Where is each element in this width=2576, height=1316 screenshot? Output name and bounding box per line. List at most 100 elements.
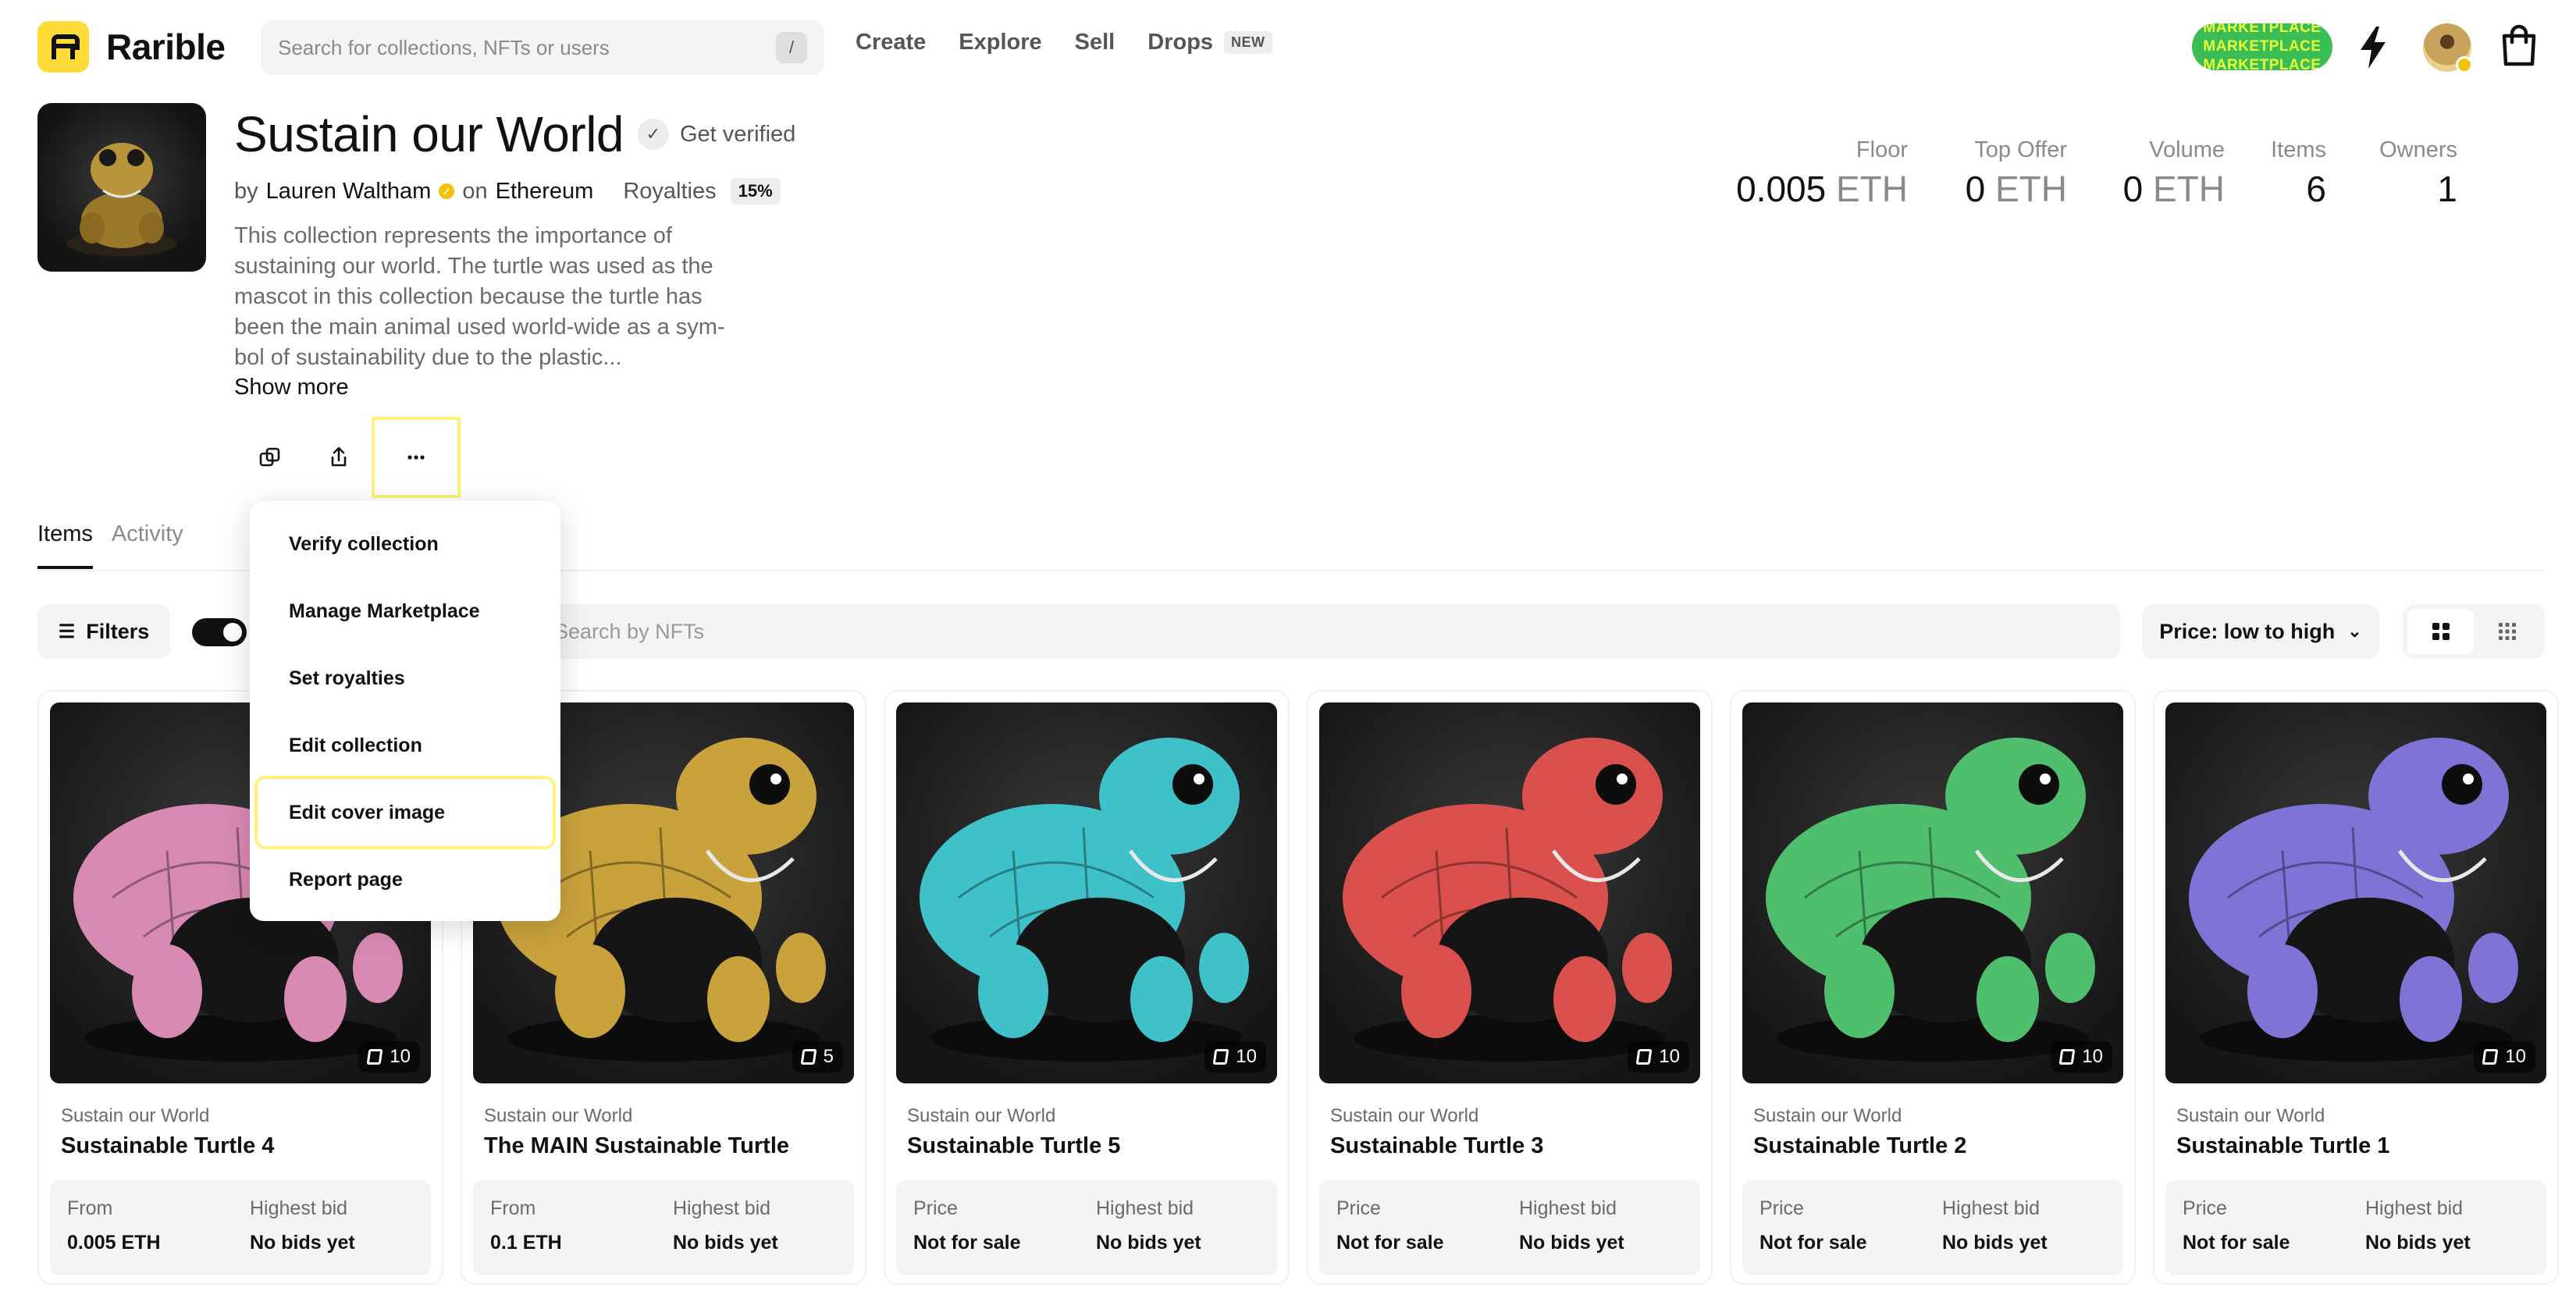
highest-bid-label: Highest bid — [1096, 1197, 1194, 1219]
stat-label: Volume — [2149, 137, 2225, 162]
collection-actions — [237, 417, 461, 498]
chevron-down-icon: ⌄ — [2347, 621, 2362, 641]
card-price-box: From 0.005 ETH Highest bid No bids yet — [50, 1180, 431, 1275]
show-more-link[interactable]: Show more — [234, 375, 349, 400]
menu-item-manage-marketplace[interactable]: Manage Marketplace — [258, 578, 553, 645]
card-item-name[interactable]: Sustainable Turtle 4 — [61, 1133, 274, 1159]
collection-description: This collection represents the importanc… — [234, 223, 725, 370]
card-item-name[interactable]: Sustainable Turtle 1 — [2176, 1133, 2389, 1159]
more-options-button[interactable] — [372, 417, 461, 498]
card-collection-name[interactable]: Sustain our World — [2176, 1105, 2325, 1127]
turtle-image — [920, 738, 1249, 1062]
lightning-icon[interactable] — [2357, 27, 2389, 69]
creator-verified-icon: ✓ — [439, 183, 455, 199]
nft-image[interactable]: 10 — [896, 702, 1277, 1083]
card-collection-name[interactable]: Sustain our World — [907, 1105, 1055, 1127]
price-value: 0.1 ETH — [490, 1232, 562, 1254]
marketplace-badge-line: MARKETPLACE — [2203, 57, 2322, 70]
card-item-name[interactable]: The MAIN Sustainable Turtle — [484, 1133, 789, 1159]
card-collection-name[interactable]: Sustain our World — [484, 1105, 632, 1127]
nav-explore[interactable]: Explore — [959, 30, 1041, 55]
price-value: Not for sale — [913, 1232, 1021, 1254]
collection-cover-image — [37, 103, 206, 272]
marketplace-badge-line: MARKETPLACE — [2203, 23, 2322, 36]
card-collection-name[interactable]: Sustain our World — [1753, 1105, 1902, 1127]
price-label: Price — [2183, 1197, 2227, 1219]
collection-tabs: Items Activity — [37, 521, 202, 569]
chain-link[interactable]: Ethereum — [496, 179, 594, 205]
marketplace-badge[interactable]: MARKETPLACE MARKETPLACE MARKETPLACE — [2192, 23, 2332, 70]
card-price-box: Price Not for sale Highest bid No bids yet — [896, 1180, 1277, 1275]
nft-card[interactable]: 10 Sustain our World Sustainable Turtle 1 P… — [2153, 690, 2559, 1285]
nav-drops[interactable]: Drops — [1147, 30, 1213, 55]
card-collection-name[interactable]: Sustain our World — [61, 1105, 209, 1127]
copies-icon — [2058, 1049, 2076, 1065]
copy-icon — [259, 447, 280, 467]
rarible-logo-icon — [37, 21, 89, 73]
stat-label: Owners — [2379, 137, 2457, 162]
card-item-name[interactable]: Sustainable Turtle 2 — [1753, 1133, 1966, 1159]
edition-count-badge: 10 — [358, 1041, 420, 1072]
nft-image[interactable]: 10 — [2165, 702, 2546, 1083]
nav-sell[interactable]: Sell — [1075, 30, 1115, 55]
highest-bid-label: Highest bid — [1942, 1197, 2041, 1219]
ellipsis-icon — [407, 455, 425, 460]
highest-bid-value: No bids yet — [1519, 1232, 1624, 1254]
highest-bid-value: No bids yet — [1942, 1232, 2048, 1254]
creator-link[interactable]: Lauren Waltham — [266, 179, 432, 205]
page-title: Sustain our World — [234, 106, 624, 162]
price-label: From — [490, 1197, 536, 1219]
menu-item-edit-collection[interactable]: Edit collection — [258, 712, 553, 779]
get-verified-link[interactable]: Get verified — [680, 122, 795, 148]
sort-label: Price: low to high — [2159, 619, 2336, 643]
global-search-input[interactable] — [278, 35, 776, 60]
card-item-name[interactable]: Sustainable Turtle 5 — [907, 1133, 1120, 1159]
share-button[interactable] — [306, 425, 372, 490]
tab-activity[interactable]: Activity — [112, 521, 183, 569]
listed-toggle[interactable] — [192, 618, 247, 646]
stat-value: 6 — [2306, 169, 2326, 209]
cart-icon[interactable] — [2500, 23, 2539, 67]
menu-item-report-page[interactable]: Report page — [258, 846, 553, 913]
search-shortcut-key: / — [776, 32, 807, 63]
items-search-input[interactable] — [554, 619, 1959, 644]
grid-large-view-button[interactable] — [2407, 609, 2474, 654]
royalties-badge: 15% — [730, 178, 781, 205]
filters-label: Filters — [86, 619, 150, 643]
stat-items: Items 6 — [2248, 137, 2326, 210]
menu-item-edit-cover-image[interactable]: Edit cover image — [254, 776, 556, 849]
edition-count-badge: 10 — [1204, 1041, 1266, 1072]
stat-owners: Owners 1 — [2365, 137, 2457, 210]
menu-item-set-royalties[interactable]: Set royalties — [258, 645, 553, 712]
stat-volume: Volume 0 ETH — [2100, 137, 2225, 210]
card-item-name[interactable]: Sustainable Turtle 3 — [1330, 1133, 1543, 1159]
nft-image[interactable]: 10 — [1742, 702, 2123, 1083]
card-collection-name[interactable]: Sustain our World — [1330, 1105, 1478, 1127]
nft-card[interactable]: 10 Sustain our World Sustainable Turtle 2 P… — [1730, 690, 2136, 1285]
edition-count-badge: 10 — [2474, 1041, 2535, 1072]
rarible-logo[interactable]: Rarible — [37, 21, 226, 73]
highest-bid-label: Highest bid — [673, 1197, 771, 1219]
top-navigation-bar: Rarible / Create Explore Sell Drops NEW … — [0, 0, 2576, 94]
app-name: Rarible — [106, 27, 226, 67]
stat-label: Floor — [1856, 137, 1908, 162]
filters-button[interactable]: ☰ Filters — [37, 604, 170, 659]
nft-card[interactable]: 10 Sustain our World Sustainable Turtle 5 P… — [884, 690, 1290, 1285]
edition-count-badge: 10 — [1628, 1041, 1689, 1072]
stat-top-offer: Top Offer 0 ETH — [1933, 137, 2067, 210]
highest-bid-value: No bids yet — [250, 1232, 355, 1254]
drops-new-badge: NEW — [1224, 31, 1272, 54]
sort-dropdown[interactable]: Price: low to high ⌄ — [2142, 604, 2379, 659]
tab-items[interactable]: Items — [37, 521, 93, 569]
stat-value: 1 — [2437, 169, 2457, 209]
royalties-label: Royalties — [623, 178, 717, 204]
nft-card[interactable]: 10 Sustain our World Sustainable Turtle 3 P… — [1307, 690, 1713, 1285]
check-icon: ✓ — [638, 119, 669, 150]
price-value: 0.005 ETH — [67, 1232, 161, 1254]
copy-link-button[interactable] — [237, 425, 303, 490]
nft-image[interactable]: 10 — [1319, 702, 1700, 1083]
menu-item-verify-collection[interactable]: Verify collection — [258, 510, 553, 578]
global-search-bar[interactable]: / — [261, 20, 824, 75]
grid-small-view-button[interactable] — [2474, 609, 2540, 654]
nav-create[interactable]: Create — [856, 30, 926, 55]
